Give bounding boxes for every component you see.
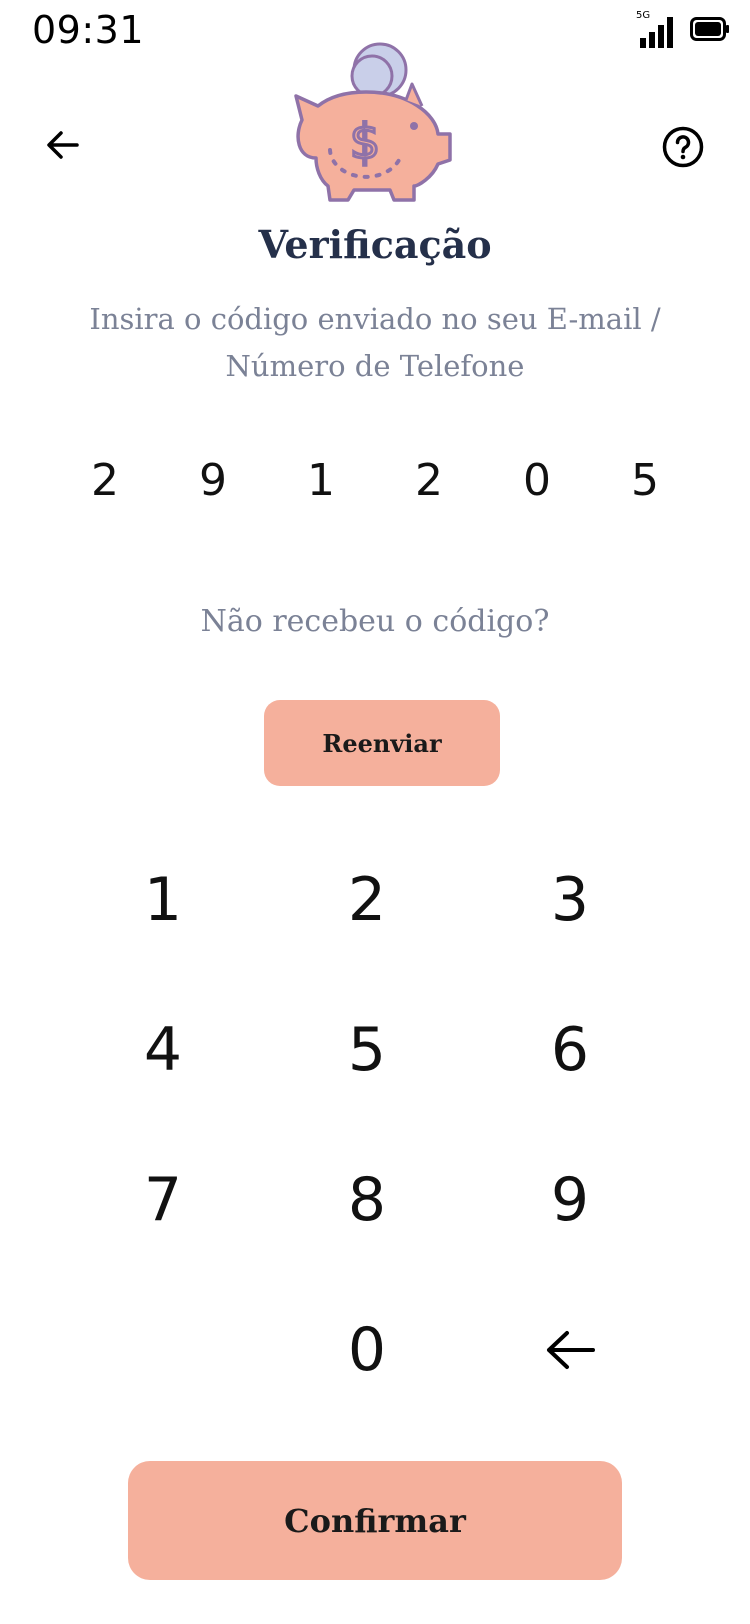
help-button[interactable] bbox=[658, 122, 708, 172]
key-4[interactable]: 4 bbox=[83, 990, 243, 1110]
key-9[interactable]: 9 bbox=[490, 1140, 650, 1260]
key-6[interactable]: 6 bbox=[490, 990, 650, 1110]
question-circle-icon bbox=[662, 126, 704, 168]
svg-text:$: $ bbox=[350, 114, 381, 170]
key-0[interactable]: 0 bbox=[287, 1290, 447, 1410]
instruction-text: Insira o código enviado no seu E-mail / … bbox=[60, 296, 690, 390]
code-digit[interactable]: 1 bbox=[271, 455, 371, 506]
key-2[interactable]: 2 bbox=[287, 840, 447, 960]
code-digit[interactable]: 9 bbox=[163, 455, 263, 506]
key-5[interactable]: 5 bbox=[287, 990, 447, 1110]
battery-icon bbox=[690, 16, 730, 46]
code-digit[interactable]: 2 bbox=[55, 455, 155, 506]
page-title: Verificação bbox=[258, 222, 492, 267]
arrow-left-icon bbox=[47, 131, 79, 159]
key-3[interactable]: 3 bbox=[490, 840, 650, 960]
key-7[interactable]: 7 bbox=[83, 1140, 243, 1260]
resend-button[interactable]: Reenviar bbox=[264, 700, 500, 786]
code-digit[interactable]: 5 bbox=[595, 455, 695, 506]
status-icons: 5G bbox=[636, 10, 730, 48]
instruction-line-2: Número de Telefone bbox=[225, 349, 525, 383]
no-code-text: Não recebeu o código? bbox=[200, 604, 550, 639]
instruction-line-1: Insira o código enviado no seu E-mail / bbox=[89, 302, 661, 336]
arrow-left-icon bbox=[547, 1331, 595, 1369]
code-digit[interactable]: 0 bbox=[487, 455, 587, 506]
code-digit[interactable]: 2 bbox=[379, 455, 479, 506]
signal-5g-icon: 5G bbox=[636, 10, 678, 48]
key-1[interactable]: 1 bbox=[83, 840, 243, 960]
verification-code-field[interactable]: 2 9 1 2 0 5 bbox=[55, 455, 695, 506]
back-button[interactable] bbox=[38, 120, 88, 170]
confirm-button[interactable]: Confirmar bbox=[128, 1461, 622, 1580]
backspace-key[interactable] bbox=[490, 1290, 650, 1410]
piggy-bank-coin-icon: $ bbox=[288, 40, 468, 210]
key-8[interactable]: 8 bbox=[287, 1140, 447, 1260]
status-time: 09:31 bbox=[32, 8, 145, 52]
